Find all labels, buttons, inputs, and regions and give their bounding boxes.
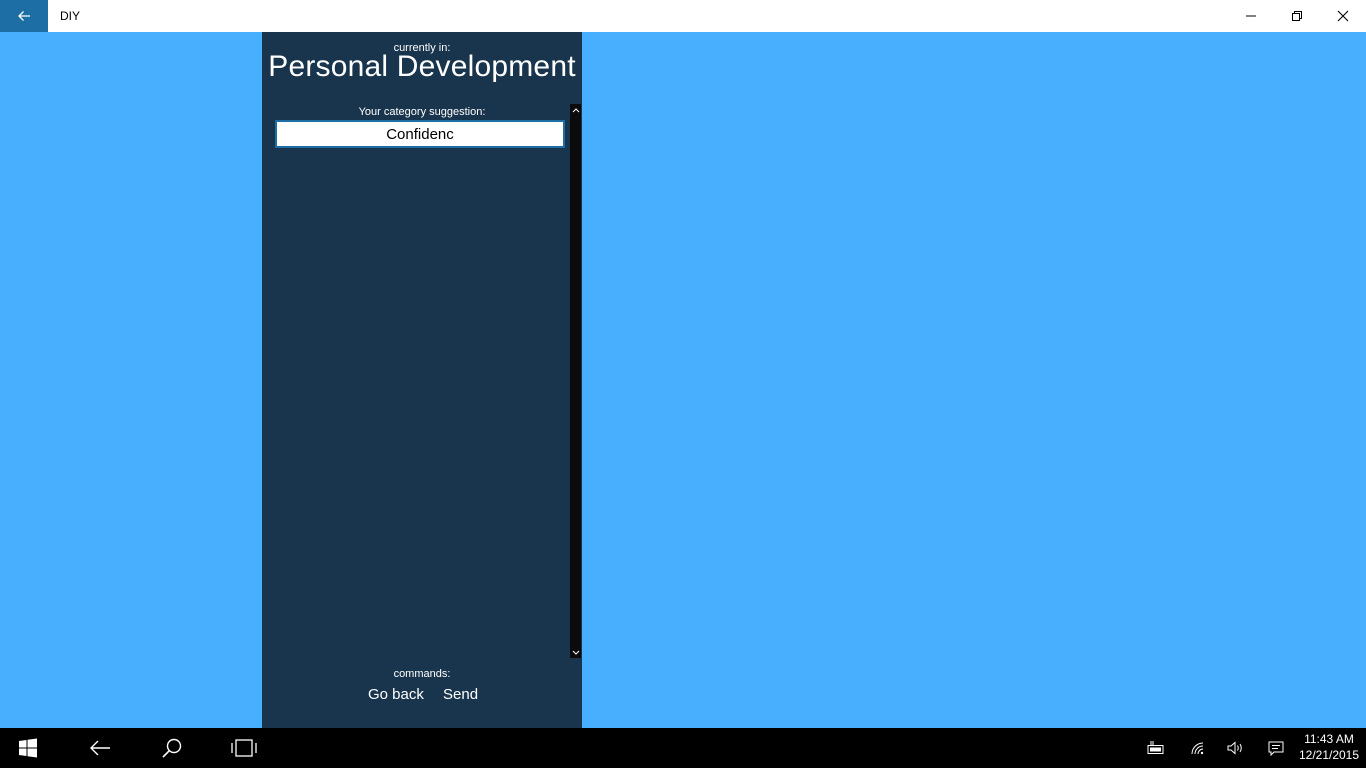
- volume-button[interactable]: [1220, 728, 1252, 768]
- clock-time: 11:43 AM: [1304, 732, 1354, 746]
- chevron-up-icon: [572, 107, 579, 112]
- go-back-button[interactable]: Go back: [368, 686, 424, 703]
- chevron-down-icon: [572, 650, 579, 655]
- commands-label: commands:: [393, 668, 451, 680]
- taskbar-back-button[interactable]: [80, 728, 120, 768]
- task-view-icon: [231, 739, 257, 757]
- title-bar: DIY: [0, 0, 1366, 32]
- minimize-icon: [1246, 15, 1256, 17]
- scroll-up-button[interactable]: [570, 104, 581, 115]
- taskbar-search-button[interactable]: [152, 728, 192, 768]
- window-title: DIY: [60, 9, 81, 23]
- suggestion-panel: currently in: Personal Development Your …: [262, 32, 582, 728]
- arrow-left-icon: [18, 11, 30, 21]
- start-button[interactable]: [8, 728, 48, 768]
- app-canvas: currently in: Personal Development Your …: [0, 32, 1366, 728]
- arrow-left-icon: [90, 740, 110, 756]
- suggestion-input[interactable]: [275, 120, 565, 148]
- vertical-scrollbar[interactable]: [570, 104, 581, 658]
- close-button[interactable]: [1320, 0, 1366, 32]
- battery-button[interactable]: [1140, 728, 1172, 768]
- taskbar-clock[interactable]: 11:43 AM 12/21/2015: [1296, 731, 1362, 763]
- search-icon: [162, 738, 182, 758]
- task-view-button[interactable]: [224, 728, 264, 768]
- action-center-button[interactable]: [1260, 728, 1292, 768]
- titlebar-back-button[interactable]: [0, 0, 48, 32]
- scroll-down-button[interactable]: [570, 647, 581, 658]
- windows-logo-icon: [19, 738, 37, 758]
- clock-date: 12/21/2015: [1298, 748, 1360, 762]
- volume-icon: [1227, 741, 1242, 755]
- suggestion-label: Your category suggestion:: [358, 106, 486, 118]
- battery-icon: [1147, 741, 1164, 754]
- restore-button[interactable]: [1274, 0, 1320, 32]
- action-center-icon: [1268, 741, 1284, 756]
- minimize-button[interactable]: [1228, 0, 1274, 32]
- send-button[interactable]: Send: [443, 686, 478, 703]
- category-title: Personal Development: [268, 50, 576, 83]
- wifi-icon: [1191, 742, 1204, 755]
- network-button[interactable]: [1182, 728, 1214, 768]
- taskbar: 11:43 AM 12/21/2015: [0, 728, 1366, 768]
- restore-icon: [1292, 11, 1302, 21]
- close-icon: [1337, 10, 1349, 22]
